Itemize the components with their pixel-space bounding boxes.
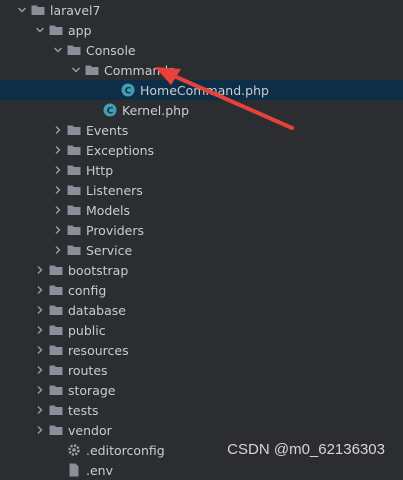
tree-item[interactable]: app (0, 20, 403, 40)
gear-icon (66, 442, 82, 458)
chevron-right-icon[interactable] (32, 380, 48, 400)
folder-icon (66, 122, 82, 138)
folder-icon (48, 262, 64, 278)
folder-icon (48, 22, 64, 38)
tree-item-label: Events (86, 122, 129, 138)
tree-item-label: config (68, 282, 107, 298)
folder-icon (48, 402, 64, 418)
folder-icon (66, 202, 82, 218)
chevron-right-icon[interactable] (32, 300, 48, 320)
svg-text:C: C (125, 87, 132, 97)
tree-item[interactable]: Models (0, 200, 403, 220)
tree-item-label: public (68, 322, 106, 338)
tree-item[interactable]: .env (0, 460, 403, 480)
tree-item[interactable]: public (0, 320, 403, 340)
tree-item-label: app (68, 22, 92, 38)
tree-item[interactable]: database (0, 300, 403, 320)
folder-icon (48, 322, 64, 338)
tree-item-label: database (68, 302, 126, 318)
tree-item[interactable]: tests (0, 400, 403, 420)
tree-item[interactable]: C HomeCommand.php (0, 80, 403, 100)
chevron-down-icon[interactable] (68, 60, 84, 80)
tree-item-label: HomeCommand.php (140, 82, 269, 98)
php-class-icon: C (102, 102, 118, 118)
tree-item[interactable]: resources (0, 340, 403, 360)
tree-item[interactable]: Http (0, 160, 403, 180)
tree-item-label: tests (68, 402, 99, 418)
tree-item[interactable]: Events (0, 120, 403, 140)
chevron-right-icon[interactable] (32, 320, 48, 340)
tree-item-label: .env (86, 462, 113, 478)
chevron-right-icon[interactable] (50, 160, 66, 180)
tree-item[interactable]: Providers (0, 220, 403, 240)
tree-item-label: routes (68, 362, 108, 378)
tree-item-label: Listeners (86, 182, 143, 198)
folder-icon (66, 162, 82, 178)
php-class-icon: C (120, 82, 136, 98)
tree-item[interactable]: Listeners (0, 180, 403, 200)
folder-icon (48, 362, 64, 378)
folder-icon (30, 2, 46, 18)
tree-item-label: Providers (86, 222, 144, 238)
chevron-down-icon[interactable] (50, 40, 66, 60)
tree-item[interactable]: bootstrap (0, 260, 403, 280)
tree-item-label: Service (86, 242, 133, 258)
svg-text:C: C (107, 107, 114, 117)
tree-item[interactable]: Service (0, 240, 403, 260)
tree-item-label: laravel7 (50, 2, 101, 18)
folder-icon (66, 182, 82, 198)
folder-icon (48, 382, 64, 398)
chevron-right-icon[interactable] (32, 340, 48, 360)
tree-item[interactable]: routes (0, 360, 403, 380)
tree-item-label: resources (68, 342, 129, 358)
folder-icon (48, 342, 64, 358)
tree-item[interactable]: Commands (0, 60, 403, 80)
tree-item[interactable]: Console (0, 40, 403, 60)
chevron-right-icon[interactable] (50, 220, 66, 240)
chevron-right-icon[interactable] (32, 280, 48, 300)
tree-item-label: Http (86, 162, 114, 178)
watermark: CSDN @m0_62136303 (227, 441, 385, 458)
tree-item[interactable]: laravel7 (0, 0, 403, 20)
chevron-right-icon[interactable] (32, 260, 48, 280)
folder-icon (48, 422, 64, 438)
folder-icon (66, 222, 82, 238)
tree-item-label: storage (68, 382, 116, 398)
folder-icon (66, 42, 82, 58)
chevron-down-icon[interactable] (32, 20, 48, 40)
tree-item-label: Commands (104, 62, 175, 78)
chevron-right-icon[interactable] (50, 240, 66, 260)
tree-item-label: Kernel.php (122, 102, 190, 118)
tree-item-label: Models (86, 202, 131, 218)
folder-icon (84, 62, 100, 78)
tree-item-label: bootstrap (68, 262, 129, 278)
folder-icon (66, 142, 82, 158)
tree-item[interactable]: vendor (0, 420, 403, 440)
chevron-right-icon[interactable] (50, 140, 66, 160)
folder-icon (48, 302, 64, 318)
chevron-right-icon[interactable] (32, 420, 48, 440)
tree-item[interactable]: config (0, 280, 403, 300)
tree-item[interactable]: Exceptions (0, 140, 403, 160)
chevron-right-icon[interactable] (32, 400, 48, 420)
chevron-right-icon[interactable] (32, 360, 48, 380)
tree-item-label: Exceptions (86, 142, 155, 158)
file-icon (66, 462, 82, 478)
tree-item-label: Console (86, 42, 136, 58)
tree-item[interactable]: C Kernel.php (0, 100, 403, 120)
chevron-right-icon[interactable] (50, 180, 66, 200)
folder-icon (48, 282, 64, 298)
folder-icon (66, 242, 82, 258)
chevron-right-icon[interactable] (50, 200, 66, 220)
chevron-down-icon[interactable] (14, 0, 30, 20)
tree-item-label: .editorconfig (86, 442, 165, 458)
chevron-right-icon[interactable] (50, 120, 66, 140)
tree-item-label: vendor (68, 422, 112, 438)
project-tree: laravel7 app Console Commands C HomeCommand.p… (0, 0, 403, 480)
tree-item[interactable]: storage (0, 380, 403, 400)
